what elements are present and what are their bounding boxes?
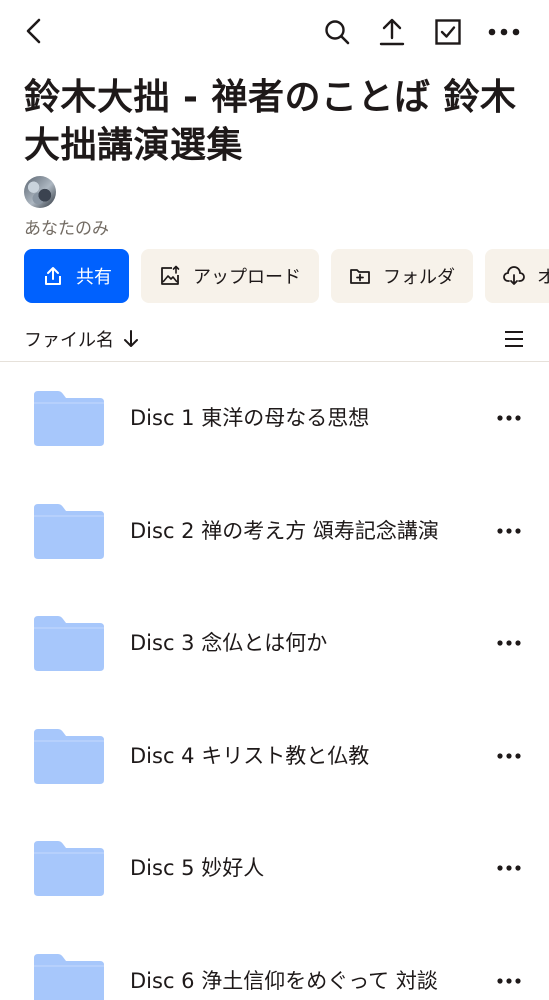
list-item[interactable]: Disc 2 禅の考え方 頌寿記念講演 [0,475,549,588]
offline-label: オ [537,267,549,288]
search-icon [325,20,350,45]
more-options-button[interactable] [484,12,524,52]
list-item[interactable]: Disc 6 浄土信仰をめぐって 対談 [0,925,549,1000]
share-button[interactable]: 共有 [24,249,129,303]
select-button[interactable] [428,12,468,52]
share-icon [42,265,64,287]
more-horizontal-icon [488,28,520,36]
item-name: Disc 1 東洋の母なる思想 [130,406,370,430]
list-view-icon [505,331,523,347]
view-toggle-button[interactable] [497,322,531,356]
new-folder-button[interactable]: フォルダ [331,249,473,303]
sort-by-name[interactable]: ファイル名 [24,326,140,352]
folder-icon [34,953,104,1000]
search-button[interactable] [317,12,357,52]
action-bar: 共有 アップロード フォルダ オ [24,249,549,303]
arrow-down-icon [124,330,138,347]
folder-title: 鈴木大拙 - 禅者のことば 鈴木大拙講演選集 [24,77,517,166]
list-item[interactable]: Disc 5 妙好人 [0,812,549,925]
sort-bar: ファイル名 [0,318,549,362]
top-bar [0,0,549,64]
more-horizontal-icon [497,977,521,984]
item-more-button[interactable] [491,513,527,549]
sort-label: ファイル名 [24,330,114,351]
more-horizontal-icon [497,527,521,534]
more-horizontal-icon [497,865,521,871]
folder-icon [34,841,104,896]
more-horizontal-icon [497,752,521,759]
cloud-download-icon [503,265,525,287]
item-name: Disc 4 キリスト教と仏教 [130,743,370,768]
folder-icon [34,616,104,671]
chevron-left-icon [26,18,41,44]
list-item[interactable]: Disc 4 キリスト教と仏教 [0,700,549,813]
offline-button[interactable]: オ [485,249,549,303]
more-horizontal-icon [497,415,521,421]
folder-icon [34,728,104,784]
item-more-button[interactable] [491,625,527,661]
item-name: Disc 2 禅の考え方 頌寿記念講演 [130,518,439,543]
checkbox-icon [435,19,461,45]
upload-button[interactable] [372,12,412,52]
avatar[interactable] [24,176,56,208]
item-name: Disc 3 念仏とは何か [130,631,328,655]
new-folder-icon [349,265,371,287]
share-label: 共有 [76,267,112,288]
item-more-button[interactable] [491,738,527,774]
list-item[interactable]: Disc 1 東洋の母なる思想 [0,362,549,475]
back-button[interactable] [14,11,54,51]
upload-label: アップロード [193,267,301,288]
upload-photo-icon [159,265,181,287]
item-more-button[interactable] [491,400,527,436]
upload-icon [379,18,405,46]
item-name: Disc 6 浄土信仰をめぐって 対談 [130,968,438,993]
item-more-button[interactable] [491,963,527,999]
folder-icon [34,391,104,446]
item-more-button[interactable] [491,850,527,886]
more-horizontal-icon [497,640,521,646]
sharing-status: あなたのみ [24,219,109,239]
list-item[interactable]: Disc 3 念仏とは何か [0,587,549,700]
upload-action-button[interactable]: アップロード [141,249,319,303]
file-list: Disc 1 東洋の母なる思想 Disc 2 禅の考え方 頌寿記念講演 Disc… [0,362,549,1000]
new-folder-label: フォルダ [383,267,455,288]
folder-icon [34,503,104,559]
item-name: Disc 5 妙好人 [130,856,265,880]
